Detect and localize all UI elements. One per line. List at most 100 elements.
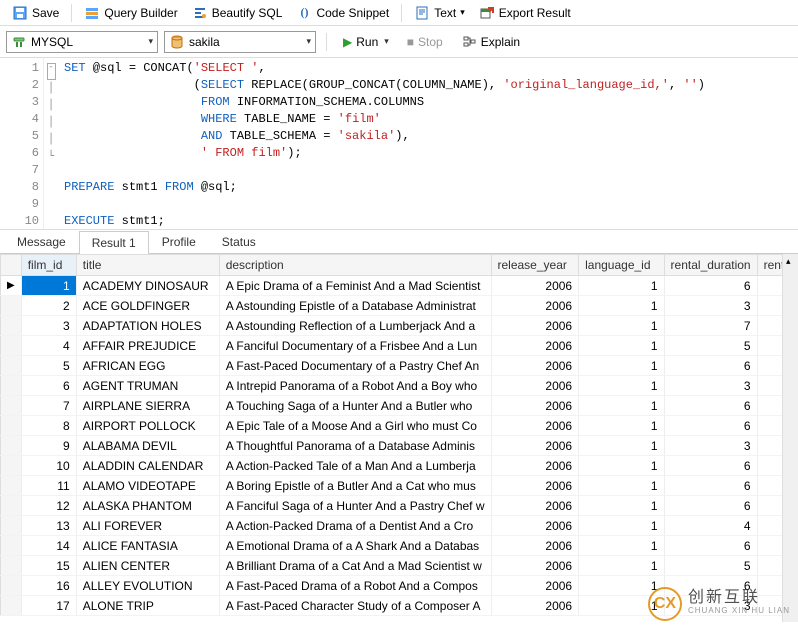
table-row[interactable]: 8AIRPORT POLLOCKA Epic Tale of a Moose A… [1, 416, 798, 436]
cell-language-id[interactable]: 1 [579, 376, 664, 396]
schema-combo[interactable]: sakila ▾ [164, 31, 316, 53]
cell-film-id[interactable]: 11 [21, 476, 76, 496]
col-title[interactable]: title [76, 255, 219, 276]
cell-description[interactable]: A Epic Tale of a Moose And a Girl who mu… [219, 416, 491, 436]
db-type-combo[interactable]: MYSQL ▾ [6, 31, 158, 53]
col-language-id[interactable]: language_id [579, 255, 664, 276]
cell-title[interactable]: ALLEY EVOLUTION [76, 576, 219, 596]
cell-description[interactable]: A Emotional Drama of a A Shark And a Dat… [219, 536, 491, 556]
cell-rental-duration[interactable]: 6 [664, 416, 757, 436]
cell-release-year[interactable]: 2006 [491, 336, 579, 356]
cell-description[interactable]: A Fanciful Saga of a Hunter And a Pastry… [219, 496, 491, 516]
cell-film-id[interactable]: 16 [21, 576, 76, 596]
cell-description[interactable]: A Fast-Paced Character Study of a Compos… [219, 596, 491, 616]
cell-release-year[interactable]: 2006 [491, 396, 579, 416]
cell-title[interactable]: ALONE TRIP [76, 596, 219, 616]
table-row[interactable]: 3ADAPTATION HOLESA Astounding Reflection… [1, 316, 798, 336]
cell-rental-duration[interactable]: 3 [664, 436, 757, 456]
table-row[interactable]: 11ALAMO VIDEOTAPEA Boring Epistle of a B… [1, 476, 798, 496]
cell-title[interactable]: ALASKA PHANTOM [76, 496, 219, 516]
cell-film-id[interactable]: 9 [21, 436, 76, 456]
cell-film-id[interactable]: 4 [21, 336, 76, 356]
tab-status[interactable]: Status [209, 230, 269, 253]
cell-language-id[interactable]: 1 [579, 476, 664, 496]
sql-editor[interactable]: 12345678910 - ││││ └ SET @sql = CONCAT('… [0, 58, 798, 230]
table-row[interactable]: 5AFRICAN EGGA Fast-Paced Documentary of … [1, 356, 798, 376]
stop-button[interactable]: ■ Stop [401, 33, 449, 51]
text-button[interactable]: Text ▾ [408, 3, 471, 23]
cell-release-year[interactable]: 2006 [491, 436, 579, 456]
cell-rental-duration[interactable]: 3 [664, 376, 757, 396]
cell-film-id[interactable]: 15 [21, 556, 76, 576]
cell-title[interactable]: ALADDIN CALENDAR [76, 456, 219, 476]
cell-title[interactable]: ALICE FANTASIA [76, 536, 219, 556]
table-row[interactable]: 12ALASKA PHANTOMA Fanciful Saga of a Hun… [1, 496, 798, 516]
cell-film-id[interactable]: 12 [21, 496, 76, 516]
cell-description[interactable]: A Fast-Paced Drama of a Robot And a Comp… [219, 576, 491, 596]
cell-language-id[interactable]: 1 [579, 516, 664, 536]
table-row[interactable]: 7AIRPLANE SIERRAA Touching Saga of a Hun… [1, 396, 798, 416]
cell-film-id[interactable]: 13 [21, 516, 76, 536]
table-row[interactable]: 10ALADDIN CALENDARA Action-Packed Tale o… [1, 456, 798, 476]
cell-title[interactable]: AGENT TRUMAN [76, 376, 219, 396]
cell-rental-duration[interactable]: 6 [664, 356, 757, 376]
save-button[interactable]: Save [6, 3, 65, 23]
cell-rental-duration[interactable]: 5 [664, 336, 757, 356]
cell-rental-duration[interactable]: 6 [664, 456, 757, 476]
cell-film-id[interactable]: 7 [21, 396, 76, 416]
cell-language-id[interactable]: 1 [579, 556, 664, 576]
cell-description[interactable]: A Action-Packed Tale of a Man And a Lumb… [219, 456, 491, 476]
cell-title[interactable]: AIRPORT POLLOCK [76, 416, 219, 436]
cell-language-id[interactable]: 1 [579, 316, 664, 336]
cell-release-year[interactable]: 2006 [491, 316, 579, 336]
tab-result1[interactable]: Result 1 [79, 231, 149, 254]
cell-description[interactable]: A Action-Packed Drama of a Dentist And a… [219, 516, 491, 536]
cell-film-id[interactable]: 10 [21, 456, 76, 476]
cell-title[interactable]: ACE GOLDFINGER [76, 296, 219, 316]
cell-title[interactable]: ACADEMY DINOSAUR [76, 276, 219, 296]
cell-language-id[interactable]: 1 [579, 496, 664, 516]
cell-language-id[interactable]: 1 [579, 456, 664, 476]
cell-title[interactable]: ADAPTATION HOLES [76, 316, 219, 336]
cell-film-id[interactable]: 14 [21, 536, 76, 556]
cell-release-year[interactable]: 2006 [491, 516, 579, 536]
cell-release-year[interactable]: 2006 [491, 596, 579, 616]
code-snippet-button[interactable]: () Code Snippet [290, 3, 395, 23]
col-description[interactable]: description [219, 255, 491, 276]
cell-rental-duration[interactable]: 3 [664, 296, 757, 316]
explain-button[interactable]: Explain [455, 32, 526, 52]
cell-description[interactable]: A Boring Epistle of a Butler And a Cat w… [219, 476, 491, 496]
cell-release-year[interactable]: 2006 [491, 296, 579, 316]
cell-film-id[interactable]: 3 [21, 316, 76, 336]
cell-description[interactable]: A Intrepid Panorama of a Robot And a Boy… [219, 376, 491, 396]
cell-release-year[interactable]: 2006 [491, 416, 579, 436]
query-builder-button[interactable]: Query Builder [78, 3, 183, 23]
col-release-year[interactable]: release_year [491, 255, 579, 276]
cell-description[interactable]: A Epic Drama of a Feminist And a Mad Sci… [219, 276, 491, 296]
cell-title[interactable]: ALABAMA DEVIL [76, 436, 219, 456]
cell-description[interactable]: A Astounding Epistle of a Database Admin… [219, 296, 491, 316]
cell-description[interactable]: A Brilliant Drama of a Cat And a Mad Sci… [219, 556, 491, 576]
table-row[interactable]: ▶1ACADEMY DINOSAURA Epic Drama of a Femi… [1, 276, 798, 296]
cell-release-year[interactable]: 2006 [491, 536, 579, 556]
table-row[interactable]: 14ALICE FANTASIAA Emotional Drama of a A… [1, 536, 798, 556]
cell-rental-duration[interactable]: 4 [664, 516, 757, 536]
cell-rental-duration[interactable]: 5 [664, 556, 757, 576]
code-area[interactable]: SET @sql = CONCAT('SELECT ', (SELECT REP… [58, 58, 798, 229]
tab-profile[interactable]: Profile [149, 230, 209, 253]
table-row[interactable]: 4AFFAIR PREJUDICEA Fanciful Documentary … [1, 336, 798, 356]
cell-description[interactable]: A Fanciful Documentary of a Frisbee And … [219, 336, 491, 356]
cell-release-year[interactable]: 2006 [491, 556, 579, 576]
cell-rental-duration[interactable]: 6 [664, 276, 757, 296]
cell-rental-duration[interactable]: 6 [664, 396, 757, 416]
cell-release-year[interactable]: 2006 [491, 576, 579, 596]
cell-film-id[interactable]: 1 [21, 276, 76, 296]
cell-rental-duration[interactable]: 7 [664, 316, 757, 336]
cell-film-id[interactable]: 2 [21, 296, 76, 316]
cell-description[interactable]: A Thoughtful Panorama of a Database Admi… [219, 436, 491, 456]
cell-description[interactable]: A Astounding Reflection of a Lumberjack … [219, 316, 491, 336]
cell-release-year[interactable]: 2006 [491, 376, 579, 396]
cell-language-id[interactable]: 1 [579, 296, 664, 316]
cell-film-id[interactable]: 8 [21, 416, 76, 436]
cell-language-id[interactable]: 1 [579, 416, 664, 436]
